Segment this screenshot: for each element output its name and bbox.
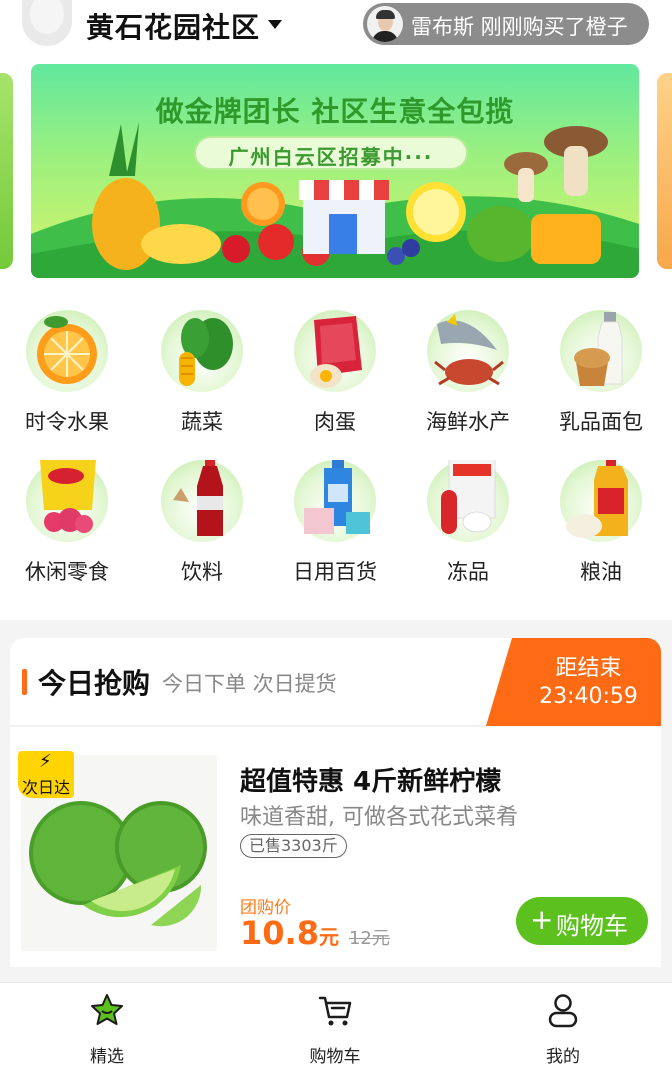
add-to-cart-button[interactable]: + 购物车 (516, 897, 648, 945)
next-day-label: 次日达 (21, 778, 70, 797)
category-daily-goods[interactable]: 日用百货 (275, 460, 395, 600)
category-label: 日用百货 (293, 560, 377, 584)
category-grain-oil[interactable]: 粮油 (541, 460, 661, 600)
original-price: 12元 (348, 928, 390, 949)
price-value: 10.8 (240, 914, 319, 952)
cola-icon (161, 460, 243, 542)
banner-subtitle: 广州白云区招募中··· (228, 145, 434, 169)
category-label: 粮油 (580, 560, 622, 584)
banner-subtitle-pill: 广州白云区招募中··· (194, 136, 468, 170)
chevron-down-icon[interactable] (268, 20, 282, 29)
category-label: 休闲零食 (25, 560, 109, 584)
section-accent-bar (22, 669, 27, 695)
star-bag-icon (91, 994, 123, 1025)
daily-goods-icon (294, 460, 376, 542)
category-label: 蔬菜 (181, 410, 223, 434)
add-to-cart-label: 购物车 (556, 912, 628, 940)
category-label: 海鲜水产 (426, 410, 510, 434)
flash-sale-header: 今日抢购 今日下单 次日提货 距结束 23:40:59 (10, 638, 661, 726)
category-label: 冻品 (447, 560, 489, 584)
sold-count-tag: 已售3303斤 (240, 834, 347, 858)
header: 黄石花园社区 雷布斯 刚刚购买了橙子 (0, 0, 672, 55)
category-dairy-bread[interactable]: 乳品面包 (541, 310, 661, 450)
community-name[interactable]: 黄石花园社区 (86, 6, 260, 46)
ticker-text: 雷布斯 刚刚购买了橙子 (411, 15, 628, 39)
tab-cart[interactable]: 购物车 (275, 983, 395, 1070)
price-unit: 元 (318, 925, 339, 949)
lightning-icon: ⚡ (39, 751, 52, 772)
flash-sale-title: 今日抢购 (38, 667, 151, 700)
promo-banner[interactable]: 做金牌团长 社区生意全包揽 广州白云区招募中··· (31, 64, 639, 278)
tab-label: 精选 (90, 1047, 124, 1067)
banner-next-peek[interactable] (657, 73, 672, 269)
tab-label: 购物车 (309, 1047, 361, 1067)
category-vegetables[interactable]: 蔬菜 (142, 310, 262, 450)
avatar[interactable] (22, 0, 72, 46)
category-seafood[interactable]: 海鲜水产 (408, 310, 528, 450)
cart-icon (318, 996, 352, 1026)
tab-mine[interactable]: 我的 (503, 983, 623, 1070)
category-fruits[interactable]: 时令水果 (7, 310, 127, 450)
meat-egg-icon (294, 310, 376, 392)
seafood-icon (427, 310, 509, 392)
category-label: 肉蛋 (314, 410, 356, 434)
countdown-time: 23:40:59 (539, 684, 638, 709)
banner-prev-peek[interactable] (0, 73, 13, 269)
countdown-label: 距结束 (555, 656, 622, 681)
product-description: 味道香甜, 可做各式花式菜肴 (240, 805, 518, 830)
price: 10.8元 12元 (240, 914, 390, 952)
countdown-badge: 距结束 23:40:59 (486, 638, 661, 726)
ticker-avatar (367, 6, 403, 42)
milk-bread-icon (560, 310, 642, 392)
category-frozen[interactable]: 冻品 (408, 460, 528, 600)
category-meat-egg[interactable]: 肉蛋 (275, 310, 395, 450)
category-snacks[interactable]: 休闲零食 (7, 460, 127, 600)
category-label: 饮料 (181, 560, 223, 584)
plus-icon: + (530, 903, 554, 936)
category-label: 乳品面包 (559, 410, 643, 434)
user-icon (548, 994, 578, 1028)
banner-title: 做金牌团长 社区生意全包揽 (155, 95, 515, 128)
flash-sale-subtitle: 今日下单 次日提货 (162, 672, 337, 696)
category-label: 时令水果 (25, 410, 109, 434)
orange-icon (26, 310, 108, 392)
snacks-icon (26, 460, 108, 542)
product-card[interactable]: ⚡ 次日达 超值特惠 4斤新鲜柠檬 味道香甜, 可做各式花式菜肴 已售3303斤… (10, 727, 661, 967)
product-title[interactable]: 超值特惠 4斤新鲜柠檬 (240, 761, 501, 798)
frozen-food-icon (427, 460, 509, 542)
tab-featured[interactable]: 精选 (47, 983, 167, 1070)
category-drinks[interactable]: 饮料 (142, 460, 262, 600)
oil-rice-icon (560, 460, 642, 542)
tab-label: 我的 (546, 1047, 580, 1067)
purchase-ticker: 雷布斯 刚刚购买了橙子 (363, 3, 649, 45)
vegetables-icon (161, 310, 243, 392)
bottom-tab-bar: 精选 购物车 我的 (0, 982, 672, 1070)
next-day-badge: ⚡ 次日达 (18, 751, 74, 798)
